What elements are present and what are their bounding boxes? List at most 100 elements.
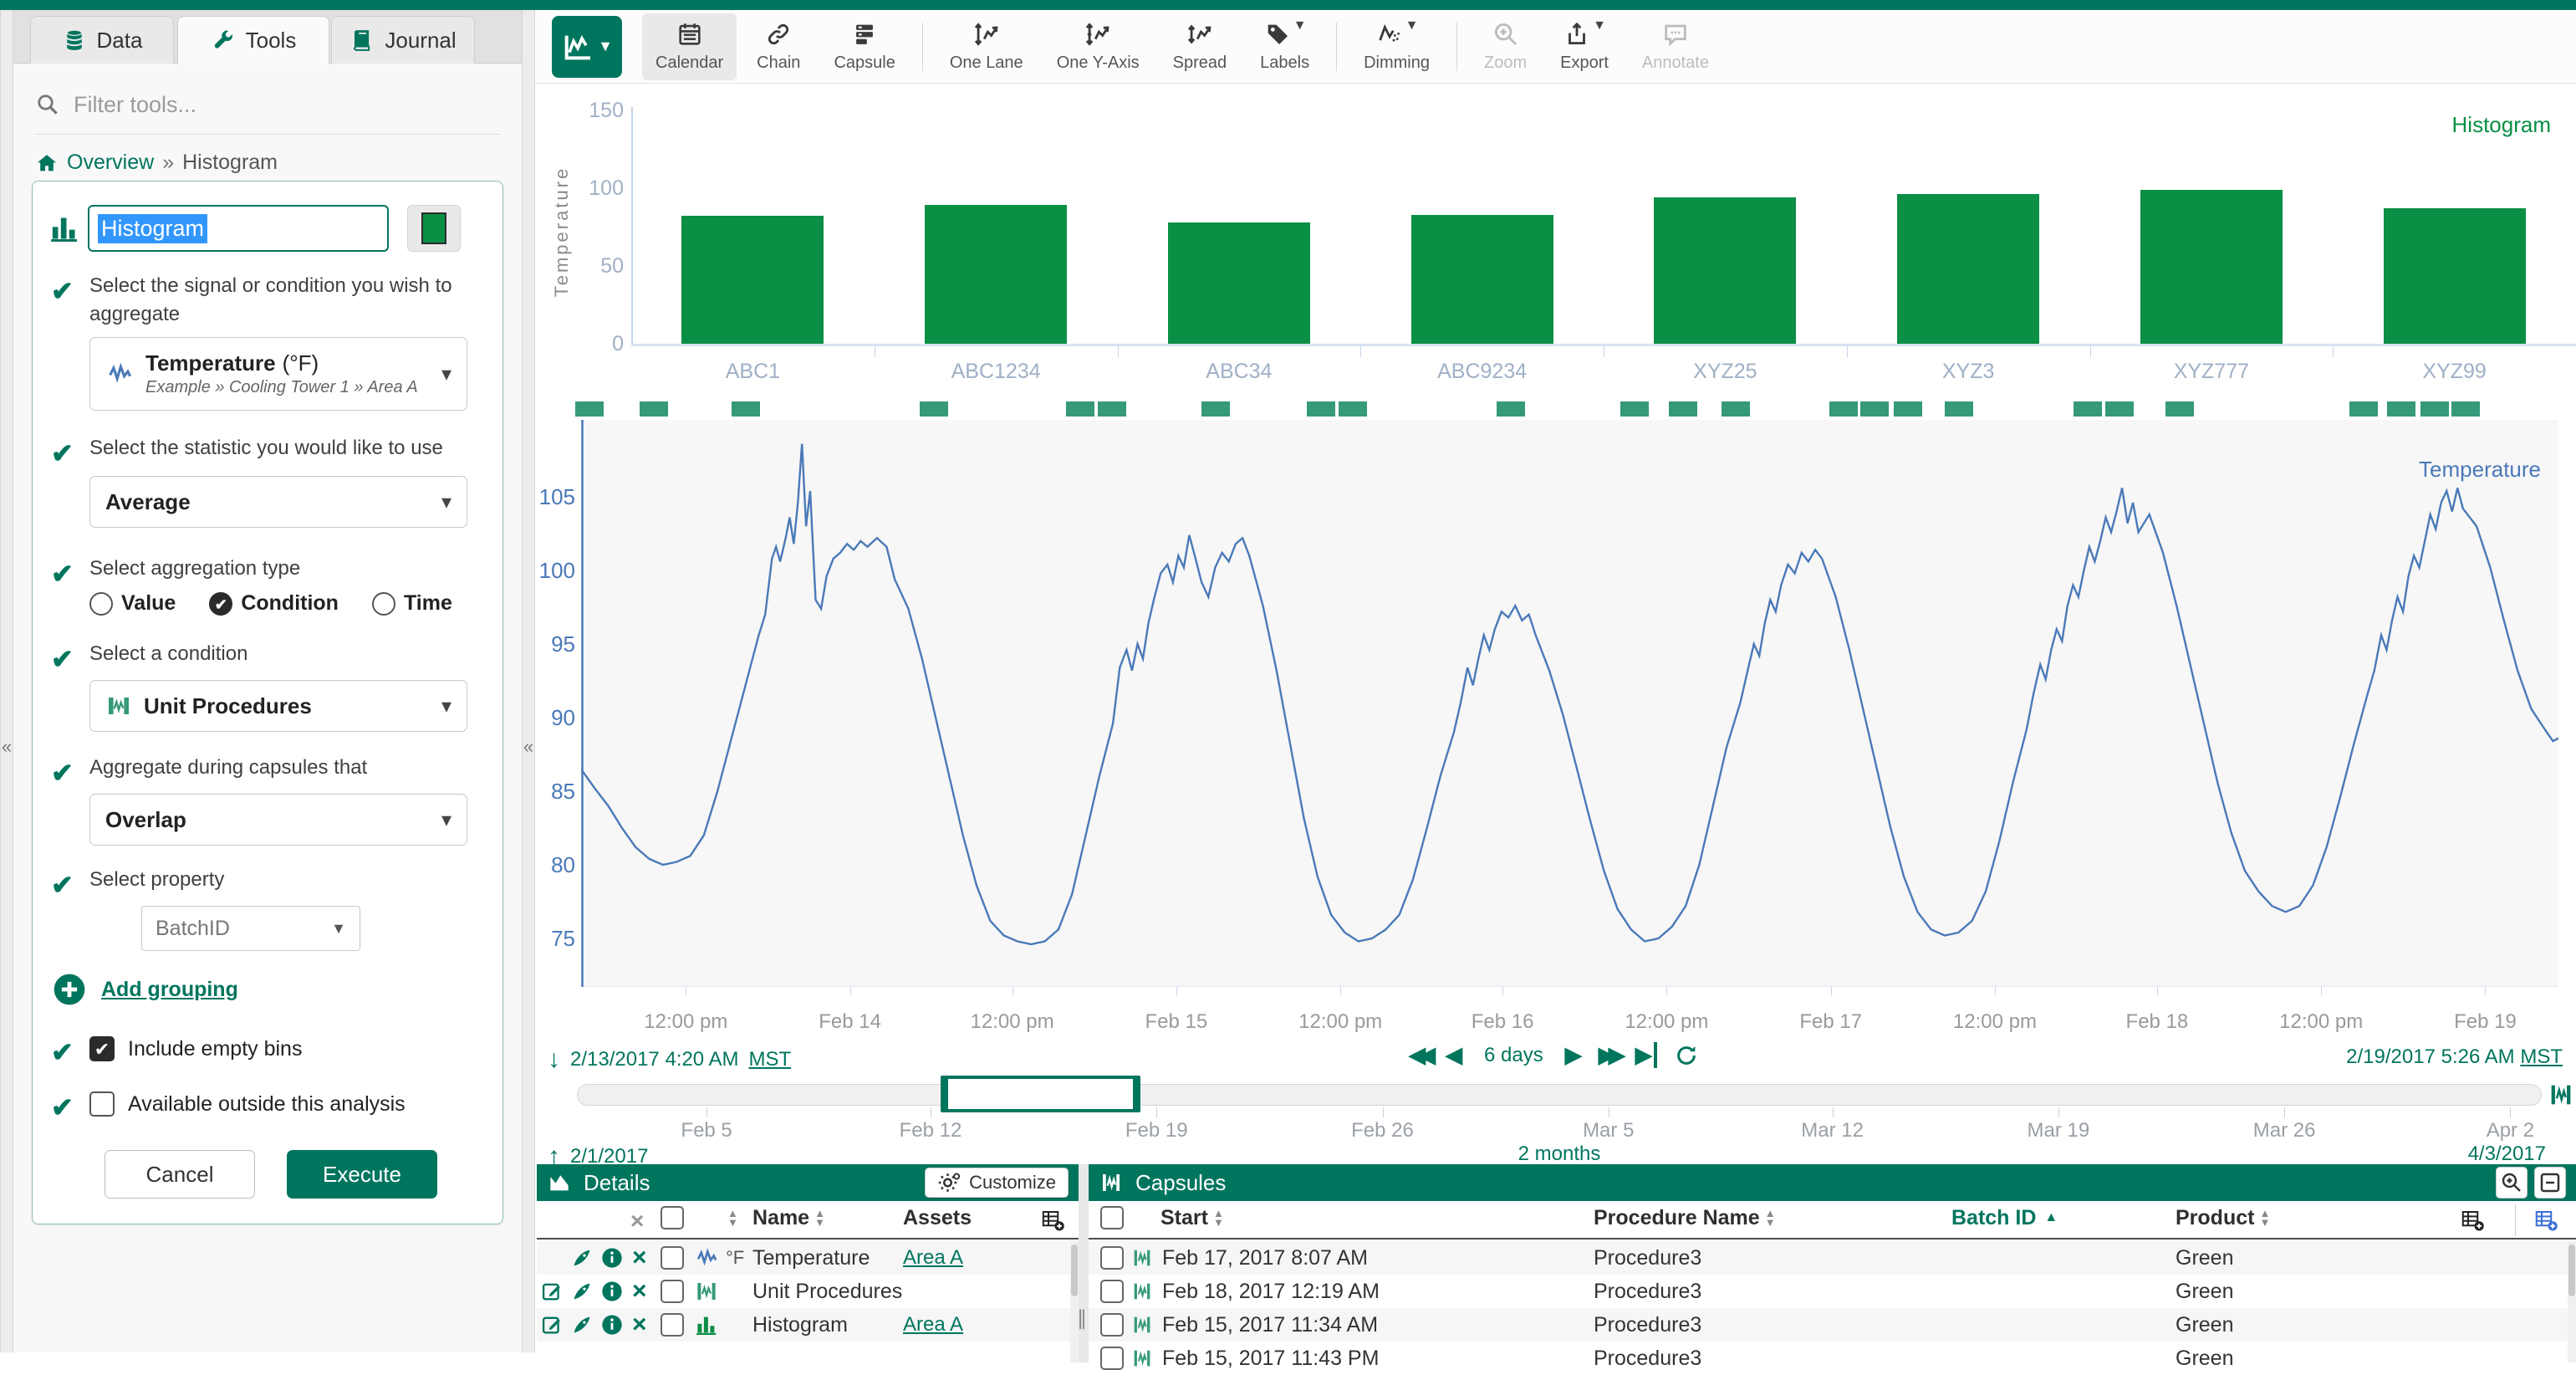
collapse-panel-button[interactable] xyxy=(2534,1167,2566,1199)
range-start-value[interactable]: 2/13/2017 4:20 AM xyxy=(570,1048,739,1071)
collapse-left-icon[interactable]: « xyxy=(1,736,13,758)
info-icon[interactable] xyxy=(600,1241,624,1275)
histogram-bar[interactable] xyxy=(2140,190,2283,344)
row-checkbox[interactable] xyxy=(1100,1275,1124,1308)
edit-icon[interactable] xyxy=(540,1275,564,1308)
sort-icon[interactable]: ▲▼ xyxy=(1765,1209,1776,1227)
capsules-col-product[interactable]: Product xyxy=(2176,1206,2254,1230)
home-icon[interactable] xyxy=(35,151,59,175)
row-checkbox[interactable] xyxy=(661,1241,684,1275)
capsules-col-start[interactable]: Start xyxy=(1160,1206,1208,1230)
magnify-button[interactable] xyxy=(2496,1167,2528,1199)
item-asset-link[interactable]: Area A xyxy=(903,1308,963,1342)
trend-item-icon[interactable] xyxy=(570,1275,594,1308)
investigate-end-value[interactable]: 4/3/2017 xyxy=(2468,1142,2546,1166)
filter-tools-search[interactable]: Filter tools... xyxy=(35,82,500,127)
trend-plot-area[interactable] xyxy=(581,420,2558,987)
item-asset-link[interactable]: Area A xyxy=(903,1241,963,1275)
plus-circle-icon[interactable] xyxy=(51,971,88,1008)
toolbar-chain[interactable]: Chain xyxy=(743,13,814,80)
sidebar-collapse-rail[interactable]: « xyxy=(522,10,535,1352)
capsule-table-row[interactable]: Feb 15, 2017 11:43 PM Procedure3 Green xyxy=(1089,1342,2576,1375)
radio-value[interactable]: Value xyxy=(89,591,176,616)
capsules-scrollbar[interactable] xyxy=(2568,1241,2576,1362)
checkbox-checked-icon[interactable]: ✔ xyxy=(89,1036,115,1061)
add-grouping-link[interactable]: Add grouping xyxy=(101,978,238,1002)
customize-button[interactable]: Customize xyxy=(925,1168,1069,1198)
radio-time[interactable]: Time xyxy=(372,591,452,616)
toolbar-labels[interactable]: ▼ Labels xyxy=(1247,13,1323,80)
signal-dropdown[interactable]: Temperature(°F) Example » Cooling Tower … xyxy=(89,337,467,411)
histogram-bar[interactable] xyxy=(1654,197,1796,344)
refresh-icon[interactable] xyxy=(1674,1043,1699,1068)
trend-item-icon[interactable] xyxy=(570,1241,594,1275)
property-select[interactable]: BatchID ▼ xyxy=(141,906,360,951)
capsule-table-row[interactable]: Feb 18, 2017 12:19 AM Procedure3 Green xyxy=(1089,1275,2576,1308)
capsule-table-row[interactable]: Feb 15, 2017 11:34 AM Procedure3 Green xyxy=(1089,1308,2576,1342)
range-start-timezone[interactable]: MST xyxy=(749,1048,792,1071)
histogram-bar[interactable] xyxy=(1897,194,2039,344)
capsules-col-procedure[interactable]: Procedure Name xyxy=(1594,1206,1760,1230)
tab-data[interactable]: Data xyxy=(30,16,174,64)
step-to-end-button[interactable]: ▶ xyxy=(1635,1042,1657,1068)
left-collapse-rail[interactable]: « xyxy=(0,10,13,1352)
step-back-button[interactable]: ◀ xyxy=(1446,1042,1462,1068)
row-checkbox[interactable] xyxy=(661,1275,684,1308)
row-checkbox[interactable] xyxy=(661,1308,684,1342)
cancel-button[interactable]: Cancel xyxy=(105,1150,255,1199)
sort-icon[interactable]: ▲▼ xyxy=(1213,1209,1224,1227)
sort-icon[interactable]: ▲▼ xyxy=(814,1209,825,1227)
remove-icon[interactable]: × xyxy=(632,1275,647,1308)
panel-splitter[interactable]: ∥ xyxy=(1079,1164,1089,1362)
histogram-bar[interactable] xyxy=(2384,208,2526,344)
tab-journal[interactable]: Journal xyxy=(331,16,475,64)
overlap-dropdown[interactable]: Overlap ▾ xyxy=(89,794,467,846)
remove-icon[interactable]: × xyxy=(632,1241,647,1275)
remove-icon[interactable]: × xyxy=(632,1308,647,1342)
radio-condition[interactable]: ✔Condition xyxy=(209,591,339,616)
timeline-selection-window[interactable] xyxy=(941,1076,1141,1112)
tool-name-input[interactable]: Histogram xyxy=(88,205,389,252)
edit-icon[interactable] xyxy=(540,1308,564,1342)
display-range-end[interactable]: 2/19/2017 5:26 AM MST xyxy=(2346,1045,2563,1069)
statistic-dropdown[interactable]: Average ▾ xyxy=(89,476,467,528)
investigate-duration[interactable]: 2 months xyxy=(1476,1142,1643,1166)
histogram-bar[interactable] xyxy=(1411,215,1553,344)
color-swatch-button[interactable] xyxy=(407,205,461,252)
capsules-col-batch[interactable]: Batch ID xyxy=(1951,1206,2036,1230)
details-col-assets[interactable]: Assets xyxy=(903,1201,972,1234)
step-back-much-button[interactable]: ◀◀ xyxy=(1409,1042,1429,1068)
select-all-checkbox[interactable] xyxy=(661,1206,684,1229)
details-scrollbar[interactable] xyxy=(1070,1241,1079,1362)
add-property-column-icon[interactable] xyxy=(2533,1208,2558,1233)
breadcrumb-overview[interactable]: Overview xyxy=(67,151,154,175)
row-checkbox[interactable] xyxy=(1100,1308,1124,1342)
step-forward-button[interactable]: ▶ xyxy=(1565,1042,1582,1068)
row-checkbox[interactable] xyxy=(1100,1342,1124,1375)
histogram-bar[interactable] xyxy=(681,216,824,344)
details-col-name[interactable]: Name xyxy=(752,1206,809,1230)
remove-all-icon[interactable]: × xyxy=(630,1208,644,1234)
toolbar-one-y-axis[interactable]: One Y-Axis xyxy=(1043,13,1153,80)
histogram-bar[interactable] xyxy=(925,205,1067,344)
range-end-timezone[interactable]: MST xyxy=(2520,1045,2563,1068)
investigate-timeline-track[interactable] xyxy=(577,1084,2542,1106)
collapse-sidebar-icon[interactable]: « xyxy=(523,736,534,758)
capsule-timeline-icon[interactable] xyxy=(2547,1081,2575,1109)
checkbox-unchecked-icon[interactable] xyxy=(89,1091,115,1117)
capsule-table-row[interactable]: Feb 17, 2017 8:07 AM Procedure3 Green xyxy=(1089,1241,2576,1275)
view-selector-button[interactable]: ▼ xyxy=(552,16,622,78)
toolbar-dimming[interactable]: ▼ Dimming xyxy=(1350,13,1443,80)
toolbar-annotate[interactable]: Annotate xyxy=(1629,13,1722,80)
condition-dropdown[interactable]: Unit Procedures ▾ xyxy=(89,680,467,732)
info-icon[interactable] xyxy=(600,1308,624,1342)
details-table-row[interactable]: × Unit Procedures xyxy=(537,1275,1079,1308)
sort-icon[interactable]: ▲▼ xyxy=(727,1209,738,1227)
add-column-icon[interactable] xyxy=(2460,1208,2485,1233)
details-table-row[interactable]: × °F Temperature Area A xyxy=(537,1241,1079,1275)
select-all-checkbox[interactable] xyxy=(1100,1206,1124,1229)
toolbar-capsule[interactable]: Capsule xyxy=(820,13,908,80)
range-end-value[interactable]: 2/19/2017 5:26 AM xyxy=(2346,1045,2515,1068)
toolbar-zoom[interactable]: Zoom xyxy=(1471,13,1540,80)
row-checkbox[interactable] xyxy=(1100,1241,1124,1275)
